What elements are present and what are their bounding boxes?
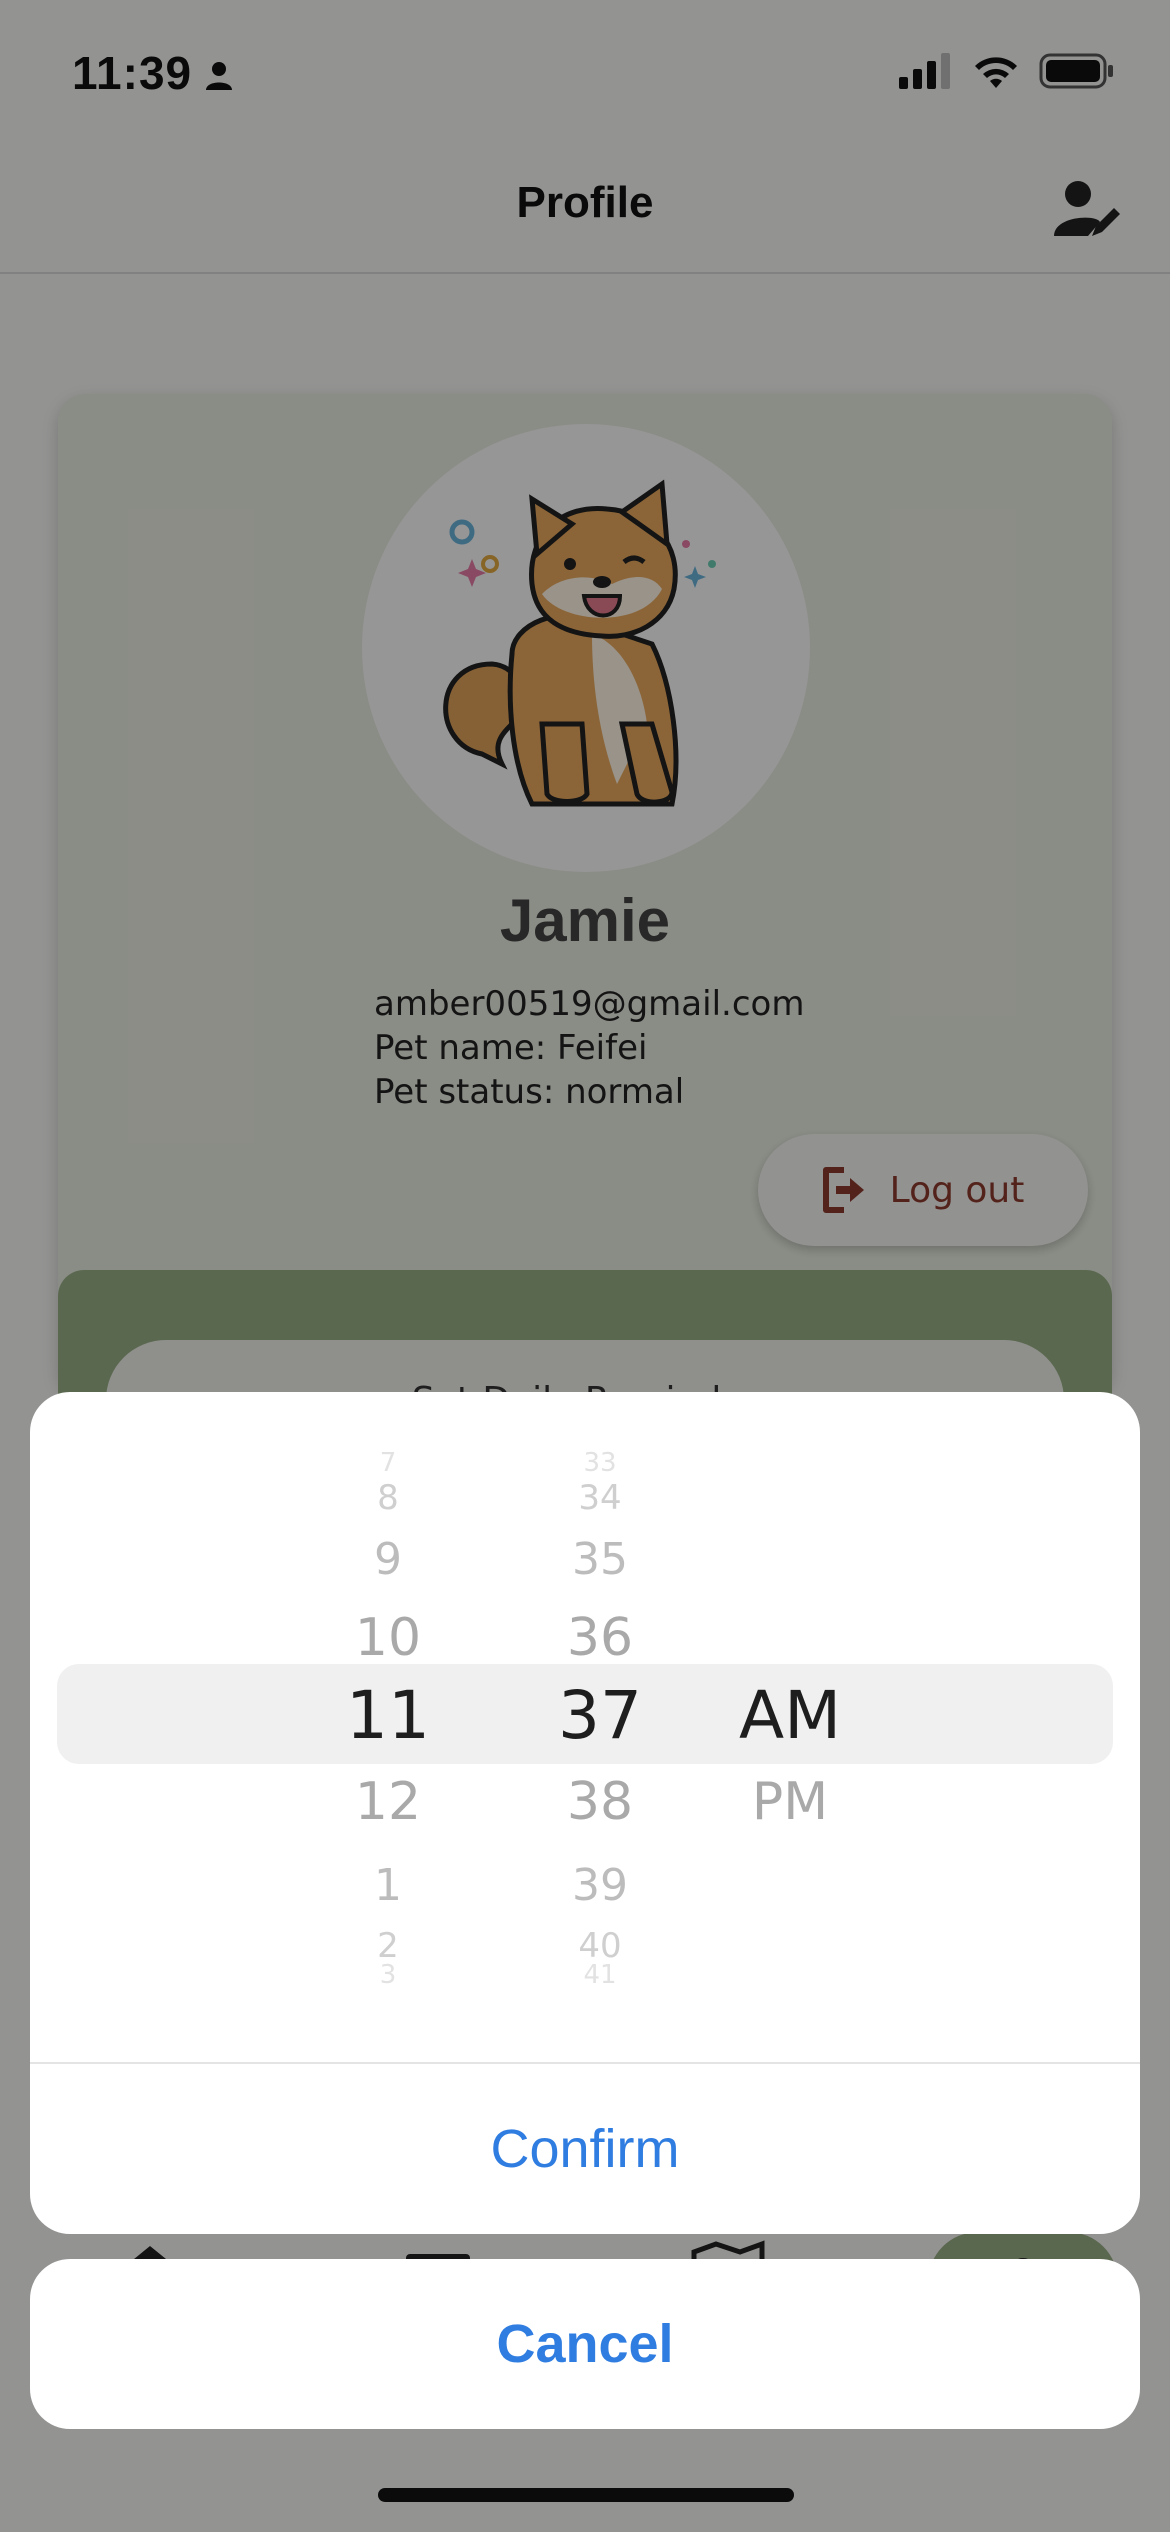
- confirm-button[interactable]: Confirm: [30, 2064, 1140, 2234]
- period-selected[interactable]: AM: [670, 1677, 910, 1754]
- hour-option[interactable]: 8: [268, 1478, 508, 1518]
- hour-option[interactable]: 12: [268, 1772, 508, 1832]
- hour-option[interactable]: 3: [268, 1960, 508, 1990]
- hour-wheel[interactable]: 7 8 9 10 11 12 1 2 3: [268, 1392, 508, 2062]
- cancel-button[interactable]: Cancel: [30, 2259, 1140, 2429]
- hour-option[interactable]: 7: [268, 1448, 508, 1478]
- home-indicator[interactable]: [378, 2488, 794, 2502]
- period-option[interactable]: PM: [670, 1772, 910, 1832]
- hour-option[interactable]: 1: [268, 1860, 508, 1911]
- time-picker[interactable]: 7 8 9 10 11 12 1 2 3 33 34 35 36 37 38 3…: [30, 1392, 1140, 2062]
- hour-option[interactable]: 9: [268, 1534, 508, 1585]
- period-wheel[interactable]: AM PM: [670, 1392, 910, 2062]
- time-picker-sheet: 7 8 9 10 11 12 1 2 3 33 34 35 36 37 38 3…: [30, 1392, 1140, 2234]
- hour-selected[interactable]: 11: [268, 1677, 508, 1754]
- hour-option[interactable]: 10: [268, 1608, 508, 1668]
